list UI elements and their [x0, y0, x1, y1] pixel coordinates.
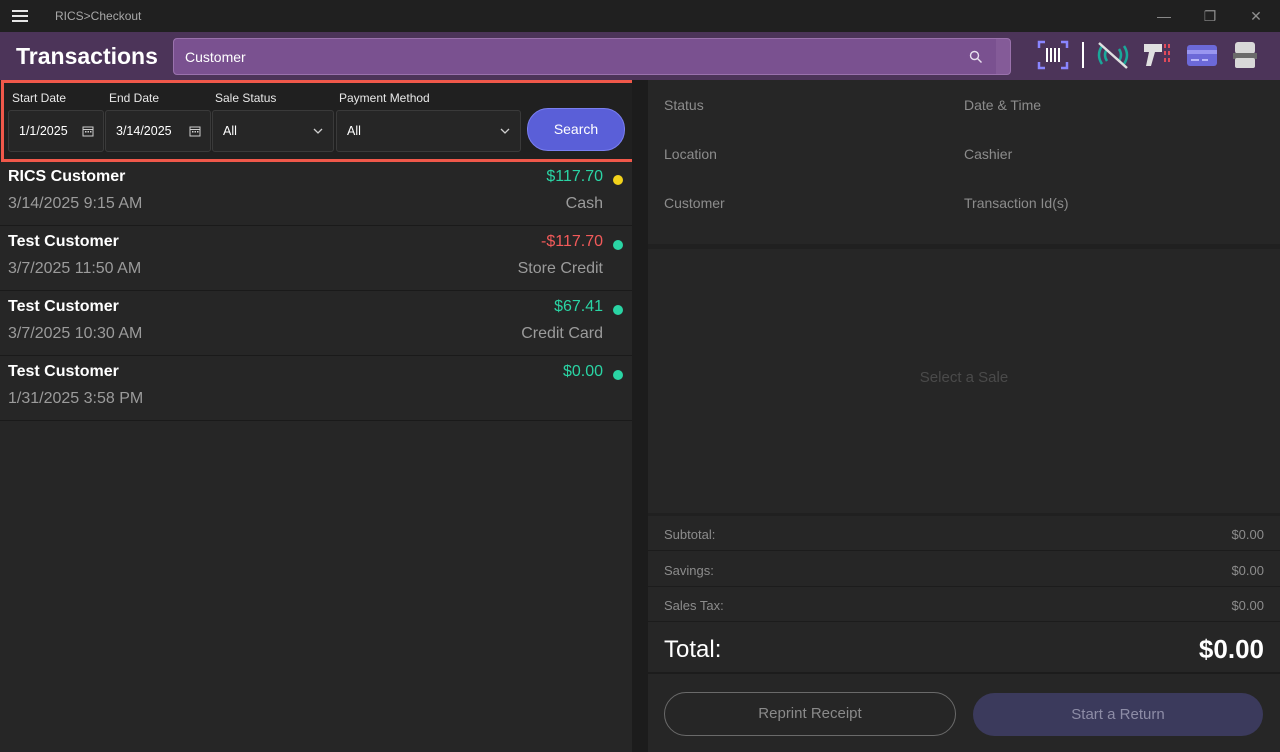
customer-name: Test Customer	[8, 298, 119, 315]
start-date-field[interactable]: 1/1/2025	[8, 110, 104, 152]
transaction-details: Status Date & Time Location Cashier Cust…	[648, 80, 1280, 244]
total-label: Total:	[664, 636, 722, 663]
customer-label: Customer	[664, 195, 725, 211]
app-title: RICS>Checkout	[55, 9, 142, 23]
tax-value: $0.00	[1231, 598, 1264, 613]
datetime-label: Date & Time	[964, 97, 1042, 113]
subtotal-label: Subtotal:	[664, 527, 716, 542]
transaction-amount: $67.41	[554, 298, 603, 315]
end-date-value: 3/14/2025	[116, 124, 172, 138]
sale-status-select[interactable]: All	[212, 110, 334, 152]
start-return-button[interactable]: Start a Return	[973, 693, 1263, 736]
handheld-scanner-icon[interactable]	[1142, 40, 1174, 70]
transaction-ids-label: Transaction Id(s)	[964, 195, 1069, 211]
cashier-label: Cashier	[964, 146, 1013, 162]
status-dot	[613, 370, 623, 380]
total-value: $0.00	[1198, 634, 1264, 664]
payment-method-label: Payment Method	[339, 91, 430, 105]
customer-name: Test Customer	[8, 363, 119, 380]
header: Transactions	[0, 32, 1280, 80]
sale-status-label: Sale Status	[215, 91, 277, 105]
payment-method-value: All	[347, 124, 361, 138]
transaction-datetime: 3/7/2025 11:50 AM	[8, 260, 142, 277]
payment-method-select[interactable]: All	[336, 110, 521, 152]
payment-method: Cash	[565, 195, 603, 212]
subtotal-row: Subtotal: $0.00	[648, 516, 1280, 551]
select-sale-placeholder: Select a Sale	[919, 369, 1009, 386]
close-icon[interactable]: ✕	[1246, 6, 1266, 26]
transaction-row[interactable]: Test Customer 3/7/2025 10:30 AM $67.41 C…	[0, 292, 632, 356]
search-input[interactable]	[174, 39, 996, 74]
search-button[interactable]: Search	[527, 108, 625, 151]
card-reader-icon[interactable]	[1186, 40, 1218, 70]
end-date-label: End Date	[109, 91, 160, 105]
chevron-down-icon	[313, 128, 323, 134]
transaction-list: RICS Customer 3/14/2025 9:15 AM $117.70 …	[0, 162, 632, 752]
status-dot	[613, 305, 623, 315]
total-row: Total: $0.00	[648, 624, 1280, 674]
wireless-off-icon[interactable]	[1096, 40, 1130, 70]
calendar-icon[interactable]	[189, 125, 201, 137]
status-dot	[613, 240, 623, 250]
end-date-field[interactable]: 3/14/2025	[105, 110, 211, 152]
transaction-row[interactable]: Test Customer 3/7/2025 11:50 AM -$117.70…	[0, 227, 632, 291]
savings-value: $0.00	[1231, 563, 1264, 578]
savings-row: Savings: $0.00	[648, 552, 1280, 587]
barcode-scanner-icon[interactable]	[1037, 40, 1069, 70]
header-divider	[1082, 42, 1084, 68]
totals-panel: Subtotal: $0.00 Savings: $0.00 Sales Tax…	[648, 516, 1280, 752]
customer-name: RICS Customer	[8, 168, 126, 185]
restore-icon[interactable]: ❐	[1200, 6, 1220, 26]
transaction-datetime: 3/14/2025 9:15 AM	[8, 195, 143, 212]
status-label: Status	[664, 97, 704, 113]
minimize-icon[interactable]: —	[1154, 6, 1174, 26]
transaction-amount: -$117.70	[541, 233, 603, 250]
start-date-label: Start Date	[12, 91, 67, 105]
title-bar: RICS>Checkout — ❐ ✕	[0, 0, 1280, 32]
location-label: Location	[664, 146, 717, 162]
transaction-datetime: 1/31/2025 3:58 PM	[8, 390, 144, 407]
tax-row: Sales Tax: $0.00	[648, 587, 1280, 622]
savings-label: Savings:	[664, 563, 714, 578]
calendar-icon[interactable]	[82, 125, 94, 137]
transaction-amount: $0.00	[562, 363, 603, 380]
transaction-amount: $117.70	[546, 168, 603, 185]
status-dot	[613, 175, 623, 185]
payment-method: Credit Card	[521, 325, 603, 342]
search-icon[interactable]	[969, 50, 983, 64]
transaction-row[interactable]: RICS Customer 3/14/2025 9:15 AM $117.70 …	[0, 162, 632, 226]
payment-method: Store Credit	[517, 260, 603, 277]
customer-name: Test Customer	[8, 233, 119, 250]
panel-divider	[632, 80, 648, 752]
menu-icon[interactable]	[12, 10, 28, 22]
transaction-row[interactable]: Test Customer 1/31/2025 3:58 PM $0.00	[0, 357, 632, 421]
filter-panel: Start Date 1/1/2025 End Date 3/14/2025 S…	[1, 80, 643, 162]
tax-label: Sales Tax:	[664, 598, 724, 613]
start-date-value: 1/1/2025	[19, 124, 68, 138]
sale-status-value: All	[223, 124, 237, 138]
page-title: Transactions	[16, 43, 158, 69]
reprint-receipt-button[interactable]: Reprint Receipt	[664, 692, 956, 736]
subtotal-value: $0.00	[1231, 527, 1264, 542]
search-bar[interactable]	[173, 38, 1011, 75]
receipt-printer-icon[interactable]	[1232, 40, 1258, 70]
chevron-down-icon	[500, 128, 510, 134]
sale-items-area: Select a Sale	[648, 249, 1280, 513]
transaction-datetime: 3/7/2025 10:30 AM	[8, 325, 143, 342]
